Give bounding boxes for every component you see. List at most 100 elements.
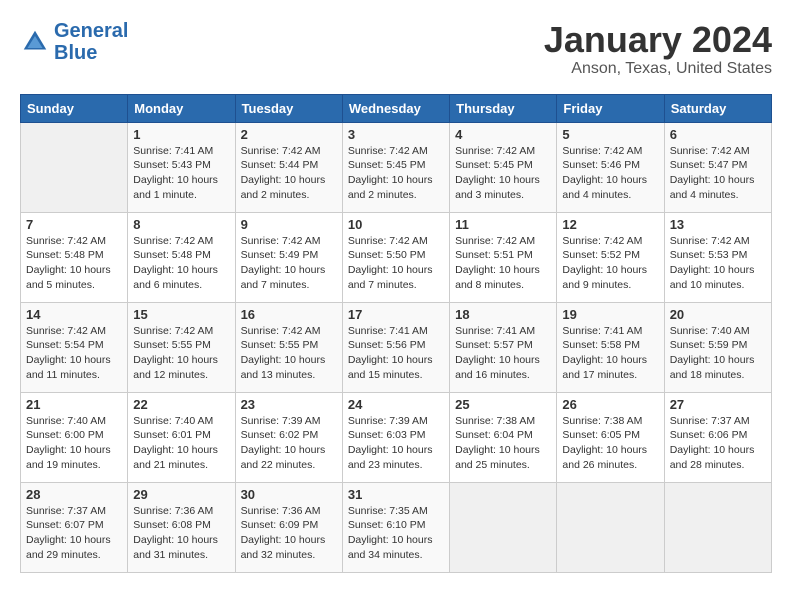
weekday-header-wednesday: Wednesday — [342, 94, 449, 122]
day-number: 12 — [562, 217, 658, 232]
calendar-cell: 30 Sunrise: 7:36 AM Sunset: 6:09 PM Dayli… — [235, 482, 342, 572]
day-number: 14 — [26, 307, 122, 322]
calendar-cell: 26Sunrise: 7:38 AM Sunset: 6:05 PM Dayli… — [557, 392, 664, 482]
calendar-cell: 21Sunrise: 7:40 AM Sunset: 6:00 PM Dayli… — [21, 392, 128, 482]
day-number: 16 — [241, 307, 337, 322]
calendar-cell: 17 Sunrise: 7:41 AM Sunset: 5:56 PM Dayli… — [342, 302, 449, 392]
day-info: Sunrise: 7:40 AM Sunset: 5:59 PM Dayligh… — [670, 324, 766, 383]
calendar-cell: 25 Sunrise: 7:38 AM Sunset: 6:04 PM Dayli… — [450, 392, 557, 482]
calendar-cell: 1 Sunrise: 7:41 AM Sunset: 5:43 PM Daylig… — [128, 122, 235, 212]
day-info: Sunrise: 7:42 AM Sunset: 5:44 PM Dayligh… — [241, 144, 337, 203]
day-number: 31 — [348, 487, 444, 502]
logo-line1: General — [54, 20, 128, 42]
day-number: 3 — [348, 127, 444, 142]
calendar-cell: 5 Sunrise: 7:42 AM Sunset: 5:46 PM Daylig… — [557, 122, 664, 212]
logo-line2: Blue — [54, 42, 97, 64]
weekday-header-friday: Friday — [557, 94, 664, 122]
day-number: 24 — [348, 397, 444, 412]
calendar-cell: 10 Sunrise: 7:42 AM Sunset: 5:50 PM Dayli… — [342, 212, 449, 302]
calendar-cell: 16 Sunrise: 7:42 AM Sunset: 5:55 PM Dayli… — [235, 302, 342, 392]
day-number: 5 — [562, 127, 658, 142]
day-number: 1 — [133, 127, 229, 142]
calendar-week-row: 28Sunrise: 7:37 AM Sunset: 6:07 PM Dayli… — [21, 482, 772, 572]
calendar-cell: 19Sunrise: 7:41 AM Sunset: 5:58 PM Dayli… — [557, 302, 664, 392]
calendar-cell: 2Sunrise: 7:42 AM Sunset: 5:44 PM Daylig… — [235, 122, 342, 212]
calendar-cell: 27Sunrise: 7:37 AM Sunset: 6:06 PM Dayli… — [664, 392, 771, 482]
calendar-cell: 8 Sunrise: 7:42 AM Sunset: 5:48 PM Daylig… — [128, 212, 235, 302]
day-info: Sunrise: 7:42 AM Sunset: 5:54 PM Dayligh… — [26, 324, 122, 383]
day-number: 29 — [133, 487, 229, 502]
weekday-header-thursday: Thursday — [450, 94, 557, 122]
day-info: Sunrise: 7:42 AM Sunset: 5:47 PM Dayligh… — [670, 144, 766, 203]
page-header: General Blue January 2024 Anson, Texas, … — [20, 20, 772, 78]
calendar-body: 1 Sunrise: 7:41 AM Sunset: 5:43 PM Daylig… — [21, 122, 772, 572]
weekday-header-monday: Monday — [128, 94, 235, 122]
day-number: 22 — [133, 397, 229, 412]
calendar-cell: 9Sunrise: 7:42 AM Sunset: 5:49 PM Daylig… — [235, 212, 342, 302]
logo-text: General Blue — [54, 20, 128, 64]
day-number: 9 — [241, 217, 337, 232]
day-info: Sunrise: 7:40 AM Sunset: 6:01 PM Dayligh… — [133, 414, 229, 473]
calendar-cell: 15 Sunrise: 7:42 AM Sunset: 5:55 PM Dayli… — [128, 302, 235, 392]
day-number: 18 — [455, 307, 551, 322]
day-info: Sunrise: 7:42 AM Sunset: 5:53 PM Dayligh… — [670, 234, 766, 293]
calendar-cell: 7 Sunrise: 7:42 AM Sunset: 5:48 PM Daylig… — [21, 212, 128, 302]
day-info: Sunrise: 7:41 AM Sunset: 5:57 PM Dayligh… — [455, 324, 551, 383]
day-info: Sunrise: 7:42 AM Sunset: 5:48 PM Dayligh… — [26, 234, 122, 293]
day-number: 19 — [562, 307, 658, 322]
day-number: 13 — [670, 217, 766, 232]
calendar-cell: 12 Sunrise: 7:42 AM Sunset: 5:52 PM Dayli… — [557, 212, 664, 302]
day-info: Sunrise: 7:41 AM Sunset: 5:56 PM Dayligh… — [348, 324, 444, 383]
day-info: Sunrise: 7:39 AM Sunset: 6:02 PM Dayligh… — [241, 414, 337, 473]
day-info: Sunrise: 7:42 AM Sunset: 5:55 PM Dayligh… — [133, 324, 229, 383]
calendar-cell — [664, 482, 771, 572]
calendar-cell: 31 Sunrise: 7:35 AM Sunset: 6:10 PM Dayli… — [342, 482, 449, 572]
calendar-cell: 29 Sunrise: 7:36 AM Sunset: 6:08 PM Dayli… — [128, 482, 235, 572]
logo: General Blue — [20, 20, 128, 64]
day-number: 21 — [26, 397, 122, 412]
day-info: Sunrise: 7:39 AM Sunset: 6:03 PM Dayligh… — [348, 414, 444, 473]
day-number: 7 — [26, 217, 122, 232]
day-info: Sunrise: 7:38 AM Sunset: 6:04 PM Dayligh… — [455, 414, 551, 473]
day-info: Sunrise: 7:42 AM Sunset: 5:52 PM Dayligh… — [562, 234, 658, 293]
day-info: Sunrise: 7:41 AM Sunset: 5:43 PM Dayligh… — [133, 144, 229, 203]
calendar-cell — [21, 122, 128, 212]
logo-icon — [20, 27, 50, 57]
calendar-cell: 14 Sunrise: 7:42 AM Sunset: 5:54 PM Dayli… — [21, 302, 128, 392]
day-number: 4 — [455, 127, 551, 142]
calendar-week-row: 7 Sunrise: 7:42 AM Sunset: 5:48 PM Daylig… — [21, 212, 772, 302]
day-info: Sunrise: 7:42 AM Sunset: 5:48 PM Dayligh… — [133, 234, 229, 293]
calendar-cell: 18 Sunrise: 7:41 AM Sunset: 5:57 PM Dayli… — [450, 302, 557, 392]
calendar-cell: 3 Sunrise: 7:42 AM Sunset: 5:45 PM Daylig… — [342, 122, 449, 212]
day-number: 10 — [348, 217, 444, 232]
calendar-cell: 24 Sunrise: 7:39 AM Sunset: 6:03 PM Dayli… — [342, 392, 449, 482]
calendar-cell: 23 Sunrise: 7:39 AM Sunset: 6:02 PM Dayli… — [235, 392, 342, 482]
calendar-cell: 6 Sunrise: 7:42 AM Sunset: 5:47 PM Daylig… — [664, 122, 771, 212]
calendar-header: SundayMondayTuesdayWednesdayThursdayFrid… — [21, 94, 772, 122]
day-info: Sunrise: 7:35 AM Sunset: 6:10 PM Dayligh… — [348, 504, 444, 563]
day-info: Sunrise: 7:36 AM Sunset: 6:08 PM Dayligh… — [133, 504, 229, 563]
title-block: January 2024 Anson, Texas, United States — [544, 20, 772, 78]
day-info: Sunrise: 7:37 AM Sunset: 6:07 PM Dayligh… — [26, 504, 122, 563]
day-number: 8 — [133, 217, 229, 232]
day-number: 30 — [241, 487, 337, 502]
calendar-table: SundayMondayTuesdayWednesdayThursdayFrid… — [20, 94, 772, 573]
day-info: Sunrise: 7:42 AM Sunset: 5:50 PM Dayligh… — [348, 234, 444, 293]
calendar-week-row: 14 Sunrise: 7:42 AM Sunset: 5:54 PM Dayli… — [21, 302, 772, 392]
day-number: 15 — [133, 307, 229, 322]
day-number: 23 — [241, 397, 337, 412]
calendar-cell — [450, 482, 557, 572]
calendar-cell: 20Sunrise: 7:40 AM Sunset: 5:59 PM Dayli… — [664, 302, 771, 392]
calendar-cell: 13 Sunrise: 7:42 AM Sunset: 5:53 PM Dayli… — [664, 212, 771, 302]
calendar-week-row: 21Sunrise: 7:40 AM Sunset: 6:00 PM Dayli… — [21, 392, 772, 482]
day-info: Sunrise: 7:38 AM Sunset: 6:05 PM Dayligh… — [562, 414, 658, 473]
weekday-header-row: SundayMondayTuesdayWednesdayThursdayFrid… — [21, 94, 772, 122]
day-info: Sunrise: 7:42 AM Sunset: 5:45 PM Dayligh… — [348, 144, 444, 203]
day-info: Sunrise: 7:42 AM Sunset: 5:55 PM Dayligh… — [241, 324, 337, 383]
day-number: 6 — [670, 127, 766, 142]
day-number: 25 — [455, 397, 551, 412]
day-info: Sunrise: 7:37 AM Sunset: 6:06 PM Dayligh… — [670, 414, 766, 473]
day-number: 17 — [348, 307, 444, 322]
day-info: Sunrise: 7:42 AM Sunset: 5:46 PM Dayligh… — [562, 144, 658, 203]
day-info: Sunrise: 7:36 AM Sunset: 6:09 PM Dayligh… — [241, 504, 337, 563]
